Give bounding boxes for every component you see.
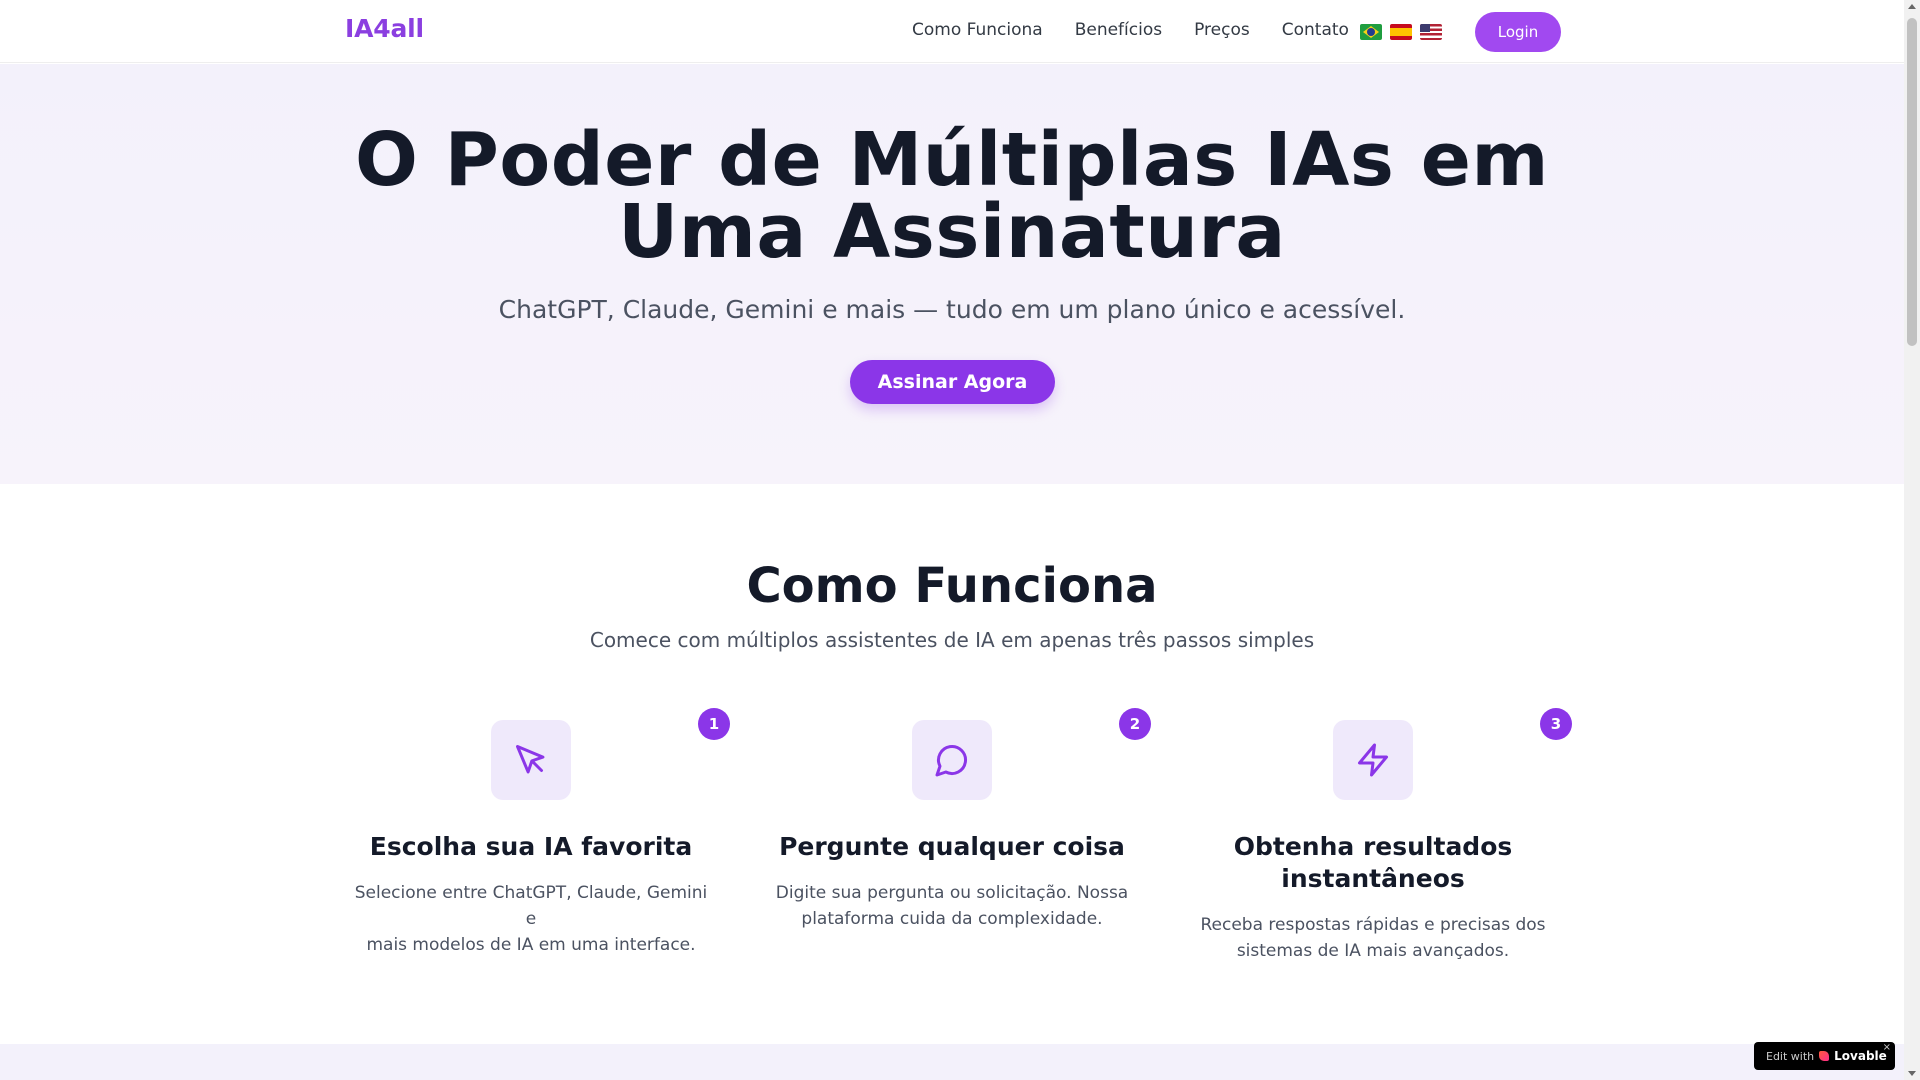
step-number-badge: 2 bbox=[1119, 708, 1151, 740]
step-icon-box bbox=[491, 720, 571, 800]
nav-link-como-funciona[interactable]: Como Funciona bbox=[912, 20, 1043, 40]
step-title: Pergunte qualquer coisa bbox=[779, 832, 1125, 861]
page: IA4all Como Funciona Benefícios Preços C… bbox=[0, 0, 1904, 1080]
hero-title: O Poder de Múltiplas IAs em Uma Assinatu… bbox=[0, 123, 1904, 269]
cursor-pointer-icon bbox=[516, 745, 545, 774]
how-it-works-subtitle: Comece com múltiplos assistentes de IA e… bbox=[589, 628, 1315, 652]
step-title-line-2: instantâneos bbox=[1281, 864, 1465, 893]
step-description: Digite sua pergunta ou solicitação. Noss… bbox=[772, 880, 1132, 932]
site-header: IA4all Como Funciona Benefícios Preços C… bbox=[0, 0, 1904, 63]
scroll-up-arrow-icon[interactable] bbox=[1908, 4, 1916, 9]
how-it-works-title: Como Funciona bbox=[746, 558, 1158, 614]
lightning-bolt-icon bbox=[1358, 743, 1388, 777]
brazil-flag-icon[interactable] bbox=[1360, 24, 1382, 40]
step-description: Selecione entre ChatGPT, Claude, Gemini … bbox=[351, 880, 711, 958]
usa-flag-icon[interactable] bbox=[1420, 24, 1442, 40]
step-icon-box bbox=[912, 720, 992, 800]
step-description-line-2: mais modelos de IA em uma interface. bbox=[366, 935, 696, 955]
hero-section: O Poder de Múltiplas IAs em Uma Assinatu… bbox=[0, 64, 1904, 484]
next-section-band bbox=[0, 1044, 1904, 1080]
close-icon[interactable]: × bbox=[1883, 1042, 1891, 1053]
chat-bubble-icon bbox=[935, 744, 968, 777]
subscribe-button[interactable]: Assinar Agora bbox=[850, 360, 1055, 404]
step-description-line-1: Selecione entre ChatGPT, Claude, Gemini … bbox=[354, 883, 708, 929]
nav-link-precos[interactable]: Preços bbox=[1194, 20, 1250, 40]
step-number-badge: 3 bbox=[1540, 708, 1572, 740]
hero-title-line-2: Uma Assinatura bbox=[618, 189, 1286, 275]
hero-subtitle: ChatGPT, Claude, Gemini e mais — tudo em… bbox=[498, 295, 1406, 324]
step-description-line-2: plataforma cuida da complexidade. bbox=[801, 909, 1103, 929]
step-title: Escolha sua IA favorita bbox=[369, 832, 693, 861]
scrollbar-thumb[interactable] bbox=[1907, 18, 1917, 346]
step-description-line-1: Digite sua pergunta ou solicitação. Noss… bbox=[775, 883, 1129, 903]
step-description: Receba respostas rápidas e precisas dos … bbox=[1193, 912, 1553, 964]
spain-flag-icon[interactable] bbox=[1390, 24, 1412, 40]
step-number-badge: 1 bbox=[698, 708, 730, 740]
login-button[interactable]: Login bbox=[1475, 12, 1561, 52]
badge-brand: Lovable bbox=[1834, 1049, 1887, 1063]
logo[interactable]: IA4all bbox=[345, 14, 424, 43]
step-title: Obtenha resultados instantâneos bbox=[1193, 831, 1553, 895]
page-scrollbar[interactable] bbox=[1904, 0, 1920, 1080]
lovable-logo-icon bbox=[1819, 1051, 1830, 1061]
badge-edit-label: Edit with bbox=[1766, 1049, 1815, 1063]
scroll-down-arrow-icon[interactable] bbox=[1908, 1071, 1916, 1076]
nav-link-contato[interactable]: Contato bbox=[1282, 20, 1349, 40]
language-switcher bbox=[1360, 20, 1442, 40]
step-icon-box bbox=[1333, 720, 1413, 800]
step-description-line-1: Receba respostas rápidas e precisas dos bbox=[1200, 915, 1546, 935]
nav-link-beneficios[interactable]: Benefícios bbox=[1075, 20, 1162, 40]
step-description-line-2: sistemas de IA mais avançados. bbox=[1236, 941, 1510, 961]
main-nav: Como Funciona Benefícios Preços Contato bbox=[912, 20, 1349, 40]
edit-with-lovable-badge[interactable]: Edit with Lovable × bbox=[1754, 1042, 1895, 1070]
step-title-line-1: Obtenha resultados bbox=[1233, 832, 1513, 861]
